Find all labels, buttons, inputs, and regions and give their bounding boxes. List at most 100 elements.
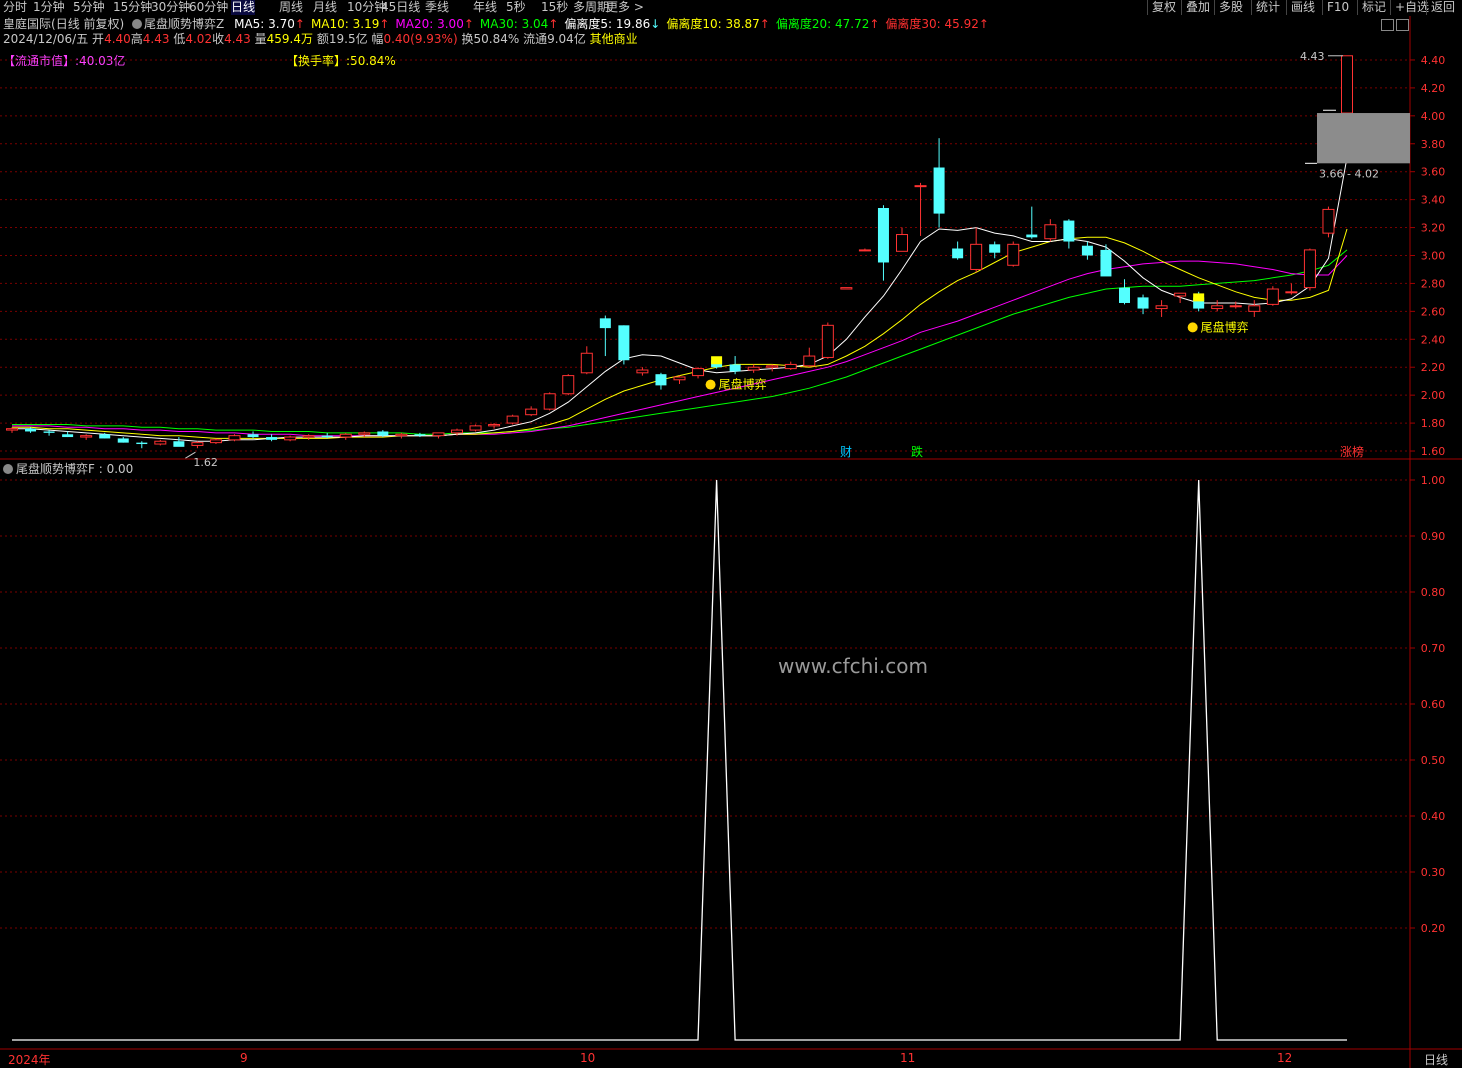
candle bbox=[858, 248, 871, 252]
candle-body bbox=[6, 428, 18, 431]
candle bbox=[488, 423, 501, 429]
sub-tick-label: 0.90 bbox=[1421, 530, 1446, 543]
price-tick-label: 2.80 bbox=[1421, 277, 1446, 290]
time-label-oct: 10 bbox=[580, 1051, 596, 1065]
candle-body bbox=[191, 442, 204, 446]
signal-label-2: 尾盘博弈 bbox=[1201, 319, 1249, 334]
candle bbox=[896, 227, 908, 252]
price-tick-label: 2.60 bbox=[1421, 305, 1446, 318]
candle-body bbox=[858, 249, 871, 252]
candle-body bbox=[432, 432, 445, 437]
candle-body bbox=[321, 435, 333, 438]
candle-body bbox=[1119, 287, 1130, 303]
sub-tick-label: 1.00 bbox=[1421, 474, 1446, 487]
period-tab-daily[interactable]: 日线 bbox=[1424, 1051, 1448, 1068]
candle-body bbox=[1266, 288, 1279, 305]
candle bbox=[933, 138, 945, 228]
candle bbox=[636, 367, 649, 376]
candle bbox=[1044, 219, 1057, 242]
candle-body bbox=[1063, 220, 1075, 242]
candle-body bbox=[469, 425, 482, 431]
ma20-line bbox=[12, 255, 1348, 437]
candle-body bbox=[488, 423, 501, 427]
candle-body bbox=[970, 243, 983, 270]
candle bbox=[173, 437, 185, 447]
price-tick-label: 1.60 bbox=[1421, 445, 1446, 458]
candle-body bbox=[525, 408, 538, 416]
candle bbox=[284, 435, 297, 442]
candle bbox=[191, 441, 204, 449]
price-axis: 4.40 4.20 4.00 3.80 3.60 3.40 3.20 3.00 2.80 2.60… bbox=[1410, 54, 1445, 458]
candle-body bbox=[284, 436, 297, 441]
candle-body bbox=[729, 364, 741, 372]
price-tick-label: 1.80 bbox=[1421, 417, 1446, 430]
candle-body bbox=[99, 434, 111, 439]
sub-tick-label: 0.60 bbox=[1421, 698, 1446, 711]
candle bbox=[321, 432, 333, 439]
candle-body bbox=[136, 442, 148, 445]
candle-body bbox=[562, 375, 575, 395]
candle-body bbox=[766, 365, 779, 368]
candle bbox=[1155, 300, 1168, 317]
candle bbox=[618, 325, 630, 365]
candle bbox=[840, 287, 853, 290]
candle-body bbox=[543, 393, 556, 410]
candle bbox=[469, 424, 482, 432]
candle bbox=[1285, 283, 1298, 295]
candle-body bbox=[117, 438, 129, 443]
candle bbox=[970, 227, 983, 273]
candle-body bbox=[266, 437, 278, 440]
candle-body bbox=[1155, 305, 1168, 310]
candle bbox=[599, 315, 611, 357]
candle-body bbox=[62, 434, 74, 438]
price-tick-label: 4.40 bbox=[1421, 54, 1446, 67]
candle bbox=[1063, 219, 1075, 249]
candle-body bbox=[1026, 234, 1038, 238]
candle-body bbox=[1248, 305, 1261, 312]
candle bbox=[1026, 206, 1038, 239]
candle-body bbox=[228, 435, 241, 441]
candle bbox=[506, 414, 519, 425]
moneybag-icon bbox=[705, 379, 716, 390]
sub-tick-label: 0.20 bbox=[1421, 922, 1446, 935]
price-tick-label: 3.40 bbox=[1421, 194, 1446, 207]
zone-range-label: 3.66 - 4.02 bbox=[1319, 167, 1379, 180]
candle-body bbox=[1137, 297, 1149, 309]
price-tick-label: 2.20 bbox=[1421, 361, 1446, 374]
candle bbox=[339, 432, 352, 440]
candle bbox=[952, 241, 964, 260]
candle bbox=[543, 392, 556, 411]
sub-axis: 1.00 0.90 0.80 0.70 0.60 0.50 0.40 0.30 0.20 bbox=[1410, 474, 1445, 935]
signal-label-1: 尾盘博弈 bbox=[719, 377, 767, 392]
sub-panel-title-row: 尾盘顺势博弈F : 0.00 bbox=[3, 460, 133, 477]
candle bbox=[247, 431, 259, 439]
event-die: 跌 bbox=[911, 444, 923, 459]
candle-body bbox=[339, 433, 352, 438]
candle-body bbox=[1303, 249, 1316, 289]
candle bbox=[877, 205, 889, 281]
sub-toggle-icon[interactable] bbox=[3, 464, 13, 474]
candle-body bbox=[1007, 243, 1020, 266]
price-tick-label: 3.20 bbox=[1421, 222, 1446, 235]
candle bbox=[395, 432, 408, 439]
candle-body bbox=[784, 363, 797, 370]
price-tick-label: 3.00 bbox=[1421, 249, 1446, 262]
candle-body bbox=[599, 318, 611, 329]
candle-body bbox=[692, 368, 705, 377]
candle bbox=[228, 434, 241, 442]
sub-tick-label: 0.80 bbox=[1421, 586, 1446, 599]
candle-body bbox=[1285, 291, 1298, 294]
candles bbox=[6, 55, 1353, 449]
price-chart[interactable]: 4.40 4.20 4.00 3.80 3.60 3.40 3.20 3.00 2.80 2.60… bbox=[0, 0, 1462, 1068]
candle-body bbox=[618, 325, 630, 361]
candle bbox=[43, 430, 55, 436]
candle bbox=[1303, 248, 1316, 291]
event-zhang: 涨榜 bbox=[1340, 444, 1364, 459]
candle bbox=[673, 375, 686, 384]
candle bbox=[1007, 241, 1020, 267]
candle-body bbox=[1211, 305, 1224, 310]
candle bbox=[1248, 300, 1261, 317]
candle-body bbox=[933, 167, 945, 214]
candle bbox=[25, 427, 37, 433]
candle bbox=[692, 367, 705, 379]
